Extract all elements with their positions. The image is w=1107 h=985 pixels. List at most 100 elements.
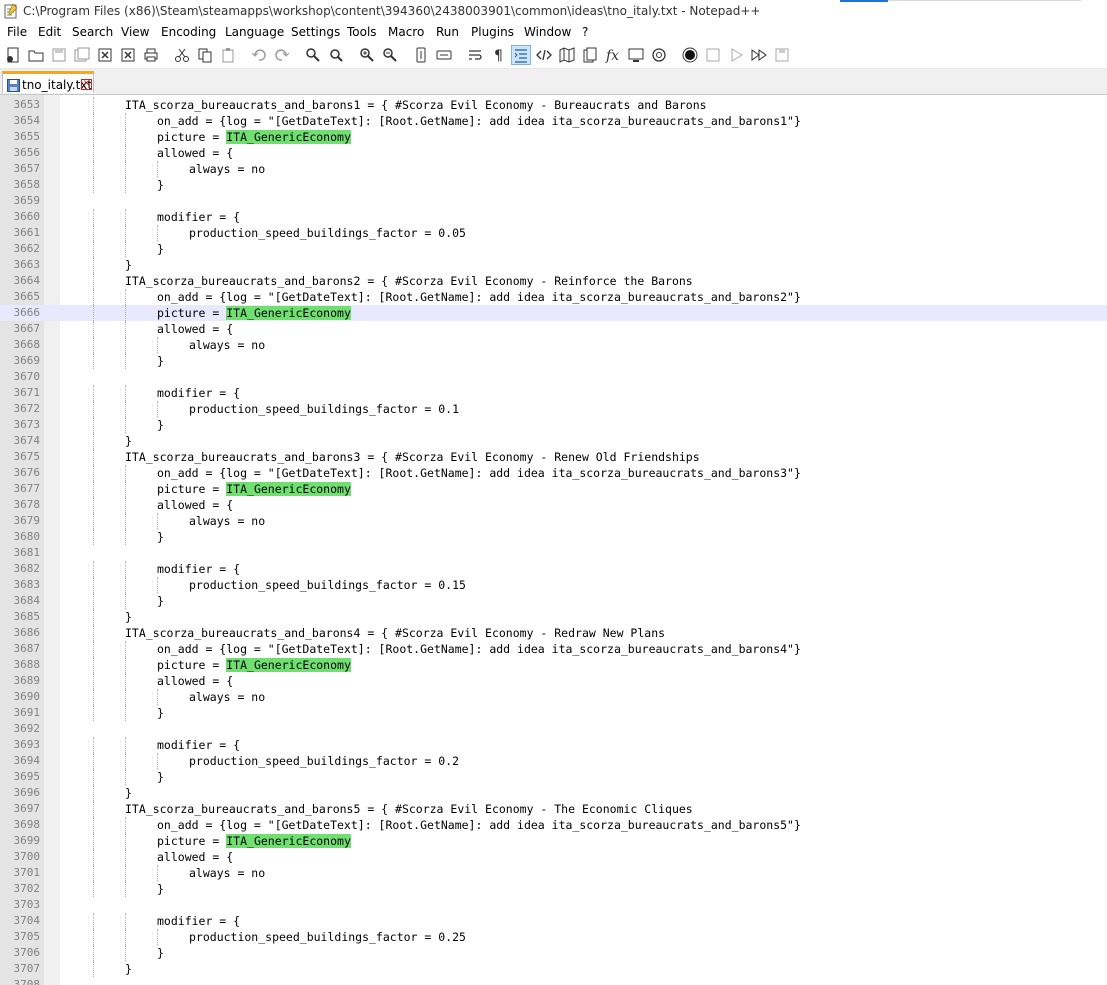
code-line[interactable]: 3669} [0, 353, 1107, 369]
menu-help[interactable]: ? [582, 25, 588, 39]
menu-run[interactable]: Run [436, 25, 459, 39]
code-line[interactable]: 3684} [0, 593, 1107, 609]
menu-encoding[interactable]: Encoding [161, 25, 216, 39]
save-all-button[interactable] [72, 45, 92, 65]
code-line[interactable]: 3659 [0, 193, 1107, 209]
code-line[interactable]: 3681 [0, 545, 1107, 561]
code-line[interactable]: 3661 production_speed_buildings_factor = … [0, 225, 1107, 241]
code-line[interactable]: 3706} [0, 945, 1107, 961]
code-line[interactable]: 3695} [0, 769, 1107, 785]
code-line[interactable]: 3687 on_add = {log = "[GetDateText]: [Roo… [0, 641, 1107, 657]
new-file-button[interactable] [3, 45, 23, 65]
code-line[interactable]: 3655 picture = ITA_GenericEconomy [0, 129, 1107, 145]
document-list-button[interactable] [580, 45, 600, 65]
cut-button[interactable] [172, 45, 192, 65]
open-file-button[interactable] [26, 45, 46, 65]
menu-view[interactable]: View [121, 25, 149, 39]
code-line[interactable]: 3697 ITA_scorza_bureaucrats_and_barons5 =… [0, 801, 1107, 817]
copy-button[interactable] [195, 45, 215, 65]
code-line[interactable]: 3658} [0, 177, 1107, 193]
code-line[interactable]: 3666 picture = ITA_GenericEconomy [0, 305, 1107, 321]
redo-button[interactable] [272, 45, 292, 65]
code-line[interactable]: 3708 [0, 977, 1107, 985]
print-button[interactable] [141, 45, 161, 65]
code-line[interactable]: 3660 modifier = { [0, 209, 1107, 225]
code-line[interactable]: 3685} [0, 609, 1107, 625]
menu-window[interactable]: Window [524, 25, 571, 39]
show-all-characters-button[interactable]: ¶ [488, 45, 508, 65]
replace-button[interactable] [326, 45, 346, 65]
stop-recording-button[interactable] [703, 45, 723, 65]
code-line[interactable]: 3680} [0, 529, 1107, 545]
zoom-in-button[interactable] [357, 45, 377, 65]
code-line[interactable]: 3671 modifier = { [0, 385, 1107, 401]
code-line[interactable]: 3686 ITA_scorza_bureaucrats_and_barons4 =… [0, 625, 1107, 641]
folder-workspace-button[interactable] [626, 45, 646, 65]
menu-macro[interactable]: Macro [388, 25, 424, 39]
code-line[interactable]: 3663} [0, 257, 1107, 273]
code-line[interactable]: 3703 [0, 897, 1107, 913]
code-line[interactable]: 3674} [0, 433, 1107, 449]
menu-plugins[interactable]: Plugins [471, 25, 514, 39]
code-line[interactable]: 3701 always = no [0, 865, 1107, 881]
code-line[interactable]: 3679 always = no [0, 513, 1107, 529]
code-line[interactable]: 3657 always = no [0, 161, 1107, 177]
code-line[interactable]: 3668 always = no [0, 337, 1107, 353]
code-line[interactable]: 3689 allowed = { [0, 673, 1107, 689]
play-macro-button[interactable] [726, 45, 746, 65]
code-line[interactable]: 3705 production_speed_buildings_factor = … [0, 929, 1107, 945]
sync-vertical-button[interactable] [411, 45, 431, 65]
code-line[interactable]: 3704 modifier = { [0, 913, 1107, 929]
close-button[interactable] [95, 45, 115, 65]
code-line[interactable]: 3673} [0, 417, 1107, 433]
sync-horizontal-button[interactable] [434, 45, 454, 65]
code-line[interactable]: 3690 always = no [0, 689, 1107, 705]
code-line[interactable]: 3664 ITA_scorza_bureaucrats_and_barons2 =… [0, 273, 1107, 289]
code-line[interactable]: 3699 picture = ITA_GenericEconomy [0, 833, 1107, 849]
code-line[interactable]: 3694 production_speed_buildings_factor = … [0, 753, 1107, 769]
editor-area[interactable]: 3653 ITA_scorza_bureaucrats_and_barons1 =… [0, 95, 1107, 985]
code-line[interactable]: 3691} [0, 705, 1107, 721]
close-all-button[interactable] [118, 45, 138, 65]
tab-tno-italy[interactable]: tno_italy.txt ✕ [2, 71, 94, 93]
save-button[interactable] [49, 45, 69, 65]
indent-guide-button[interactable] [511, 45, 531, 65]
menu-tools[interactable]: Tools [347, 25, 377, 39]
code-line[interactable]: 3682 modifier = { [0, 561, 1107, 577]
menu-file[interactable]: File [7, 25, 27, 39]
code-line[interactable]: 3675 ITA_scorza_bureaucrats_and_barons3 =… [0, 449, 1107, 465]
menu-search[interactable]: Search [72, 25, 113, 39]
code-line[interactable]: 3693 modifier = { [0, 737, 1107, 753]
find-button[interactable] [303, 45, 323, 65]
code-line[interactable]: 3707} [0, 961, 1107, 977]
code-line[interactable]: 3677 picture = ITA_GenericEconomy [0, 481, 1107, 497]
run-macro-multiple-button[interactable] [749, 45, 769, 65]
code-line[interactable]: 3662} [0, 241, 1107, 257]
word-wrap-button[interactable] [465, 45, 485, 65]
record-macro-button[interactable] [680, 45, 700, 65]
code-line[interactable]: 3692 [0, 721, 1107, 737]
code-line[interactable]: 3698 on_add = {log = "[GetDateText]: [Roo… [0, 817, 1107, 833]
code-line[interactable]: 3688 picture = ITA_GenericEconomy [0, 657, 1107, 673]
code-line[interactable]: 3653 ITA_scorza_bureaucrats_and_barons1 =… [0, 97, 1107, 113]
paste-button[interactable] [218, 45, 238, 65]
menu-edit[interactable]: Edit [38, 25, 61, 39]
code-line[interactable]: 3700 allowed = { [0, 849, 1107, 865]
code-line[interactable]: 3696} [0, 785, 1107, 801]
code-line[interactable]: 3702} [0, 881, 1107, 897]
function-list-button[interactable]: fx [603, 45, 623, 65]
code-line[interactable]: 3672 production_speed_buildings_factor = … [0, 401, 1107, 417]
save-macro-button[interactable] [772, 45, 792, 65]
zoom-out-button[interactable] [380, 45, 400, 65]
code-line[interactable]: 3656 allowed = { [0, 145, 1107, 161]
code-line[interactable]: 3670 [0, 369, 1107, 385]
code-line[interactable]: 3678 allowed = { [0, 497, 1107, 513]
xml-tag-button[interactable] [534, 45, 554, 65]
menu-language[interactable]: Language [225, 25, 284, 39]
monitoring-button[interactable] [649, 45, 669, 65]
tab-close-icon[interactable]: ✕ [81, 79, 92, 90]
code-line[interactable]: 3665 on_add = {log = "[GetDateText]: [Roo… [0, 289, 1107, 305]
code-line[interactable]: 3654 on_add = {log = "[GetDateText]: [Roo… [0, 113, 1107, 129]
code-line[interactable]: 3683 production_speed_buildings_factor = … [0, 577, 1107, 593]
document-map-button[interactable] [557, 45, 577, 65]
